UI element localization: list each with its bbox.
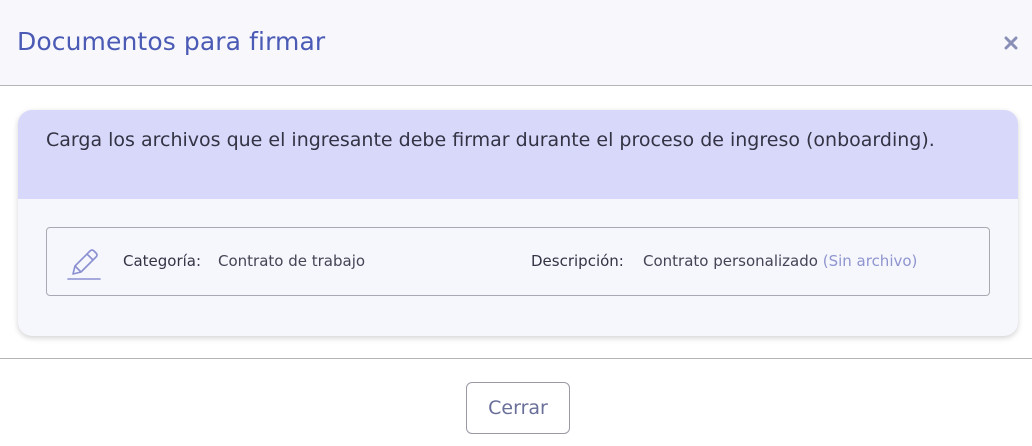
pencil-icon bbox=[67, 249, 101, 280]
edit-document-button[interactable] bbox=[65, 244, 103, 282]
category-label: Categoría: bbox=[123, 252, 202, 270]
documents-card: Carga los archivos que el ingresante deb… bbox=[18, 110, 1018, 336]
description-label: Descripción: bbox=[531, 252, 624, 270]
info-banner: Carga los archivos que el ingresante deb… bbox=[18, 110, 1018, 199]
modal-title: Documentos para firmar bbox=[17, 27, 326, 56]
modal-footer: Cerrar bbox=[0, 359, 1032, 446]
modal-header: Documentos para firmar bbox=[0, 0, 1032, 86]
file-status: (Sin archivo) bbox=[822, 252, 918, 270]
close-icon bbox=[1004, 36, 1018, 50]
description-value: Contrato personalizado (Sin archivo) bbox=[643, 251, 917, 271]
modal-body: Carga los archivos que el ingresante deb… bbox=[0, 86, 1032, 359]
close-button[interactable] bbox=[1000, 32, 1022, 54]
document-row: Categoría: Contrato de trabajo Descripci… bbox=[46, 227, 990, 296]
documents-modal: Documentos para firmar Carga los archivo… bbox=[0, 0, 1032, 446]
category-value: Contrato de trabajo bbox=[218, 252, 366, 270]
close-footer-button[interactable]: Cerrar bbox=[466, 382, 570, 434]
description-text: Contrato personalizado bbox=[643, 252, 818, 270]
info-text: Carga los archivos que el ingresante deb… bbox=[46, 129, 935, 151]
